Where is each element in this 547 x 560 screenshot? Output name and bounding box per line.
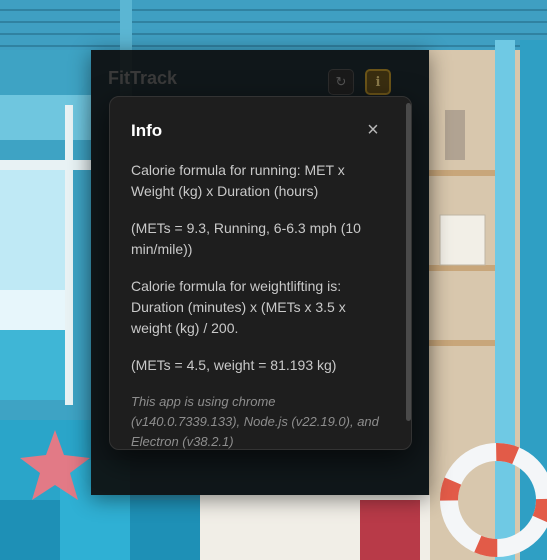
refresh-icon: ↻: [335, 74, 347, 89]
refresh-button[interactable]: ↻: [328, 69, 354, 95]
info-dialog: Info × Calorie formula for running: MET …: [109, 96, 412, 450]
info-icon: i: [375, 74, 381, 90]
close-button[interactable]: ×: [362, 119, 384, 141]
app-title: FitTrack: [108, 68, 178, 88]
weightlifting-formula-text: Calorie formula for weightlifting is: Du…: [131, 278, 346, 336]
dialog-body: Calorie formula for running: MET x Weigh…: [131, 160, 381, 449]
close-icon: ×: [367, 119, 379, 141]
info-button[interactable]: i: [365, 69, 391, 95]
version-note: This app is using chrome (v140.0.7339.13…: [131, 394, 379, 449]
weightlifting-mets-text: (METs = 4.5, weight = 81.193 kg): [131, 357, 337, 373]
running-mets-text: (METs = 9.3, Running, 6-6.3 mph (10 min/…: [131, 220, 361, 257]
running-formula-text: Calorie formula for running: MET x Weigh…: [131, 162, 345, 199]
scrollbar-thumb[interactable]: [406, 103, 411, 421]
dialog-title: Info: [131, 121, 163, 140]
